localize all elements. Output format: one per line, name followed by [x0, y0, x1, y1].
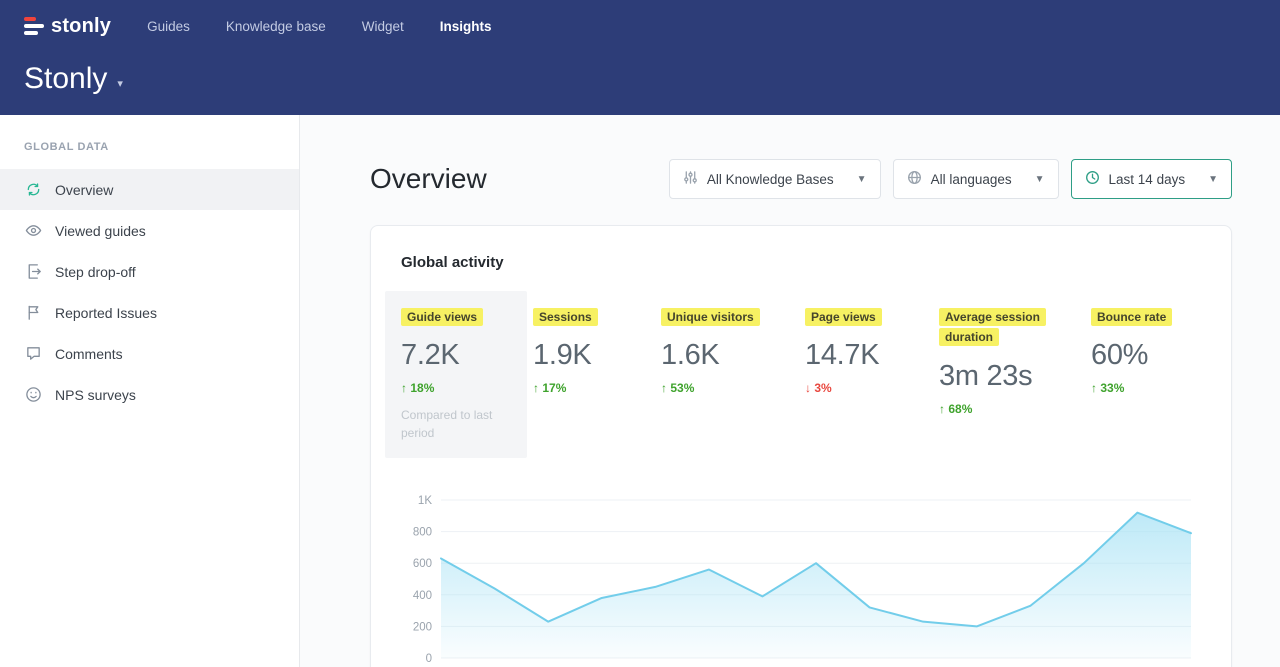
metric-change: 53% [661, 381, 783, 395]
svg-text:1K: 1K [418, 495, 432, 507]
workspace-title: Stonly [24, 62, 107, 96]
logo-text: stonly [51, 15, 111, 38]
topbar: stonly Guides Knowledge base Widget Insi… [0, 0, 1280, 115]
flag-icon [24, 304, 42, 322]
eye-icon [24, 222, 42, 240]
metric-average-session-duration[interactable]: Average session duration 3m 23s 68% [939, 307, 1069, 416]
nav-insights[interactable]: Insights [440, 19, 492, 34]
globe-icon [907, 170, 922, 188]
metric-label: Average session duration [939, 308, 1046, 346]
sidebar-item-label: Reported Issues [55, 305, 157, 321]
filter-label: All Knowledge Bases [707, 172, 834, 187]
sidebar-item-label: Viewed guides [55, 223, 146, 239]
date-range-filter[interactable]: Last 14 days ▼ [1071, 159, 1232, 199]
metric-value: 3m 23s [939, 360, 1069, 393]
svg-text:0: 0 [426, 653, 432, 665]
nav-knowledge-base[interactable]: Knowledge base [226, 19, 326, 34]
stonly-logo-icon [24, 16, 44, 36]
sidebar-item-label: Comments [55, 346, 123, 362]
sidebar-item-nps-surveys[interactable]: NPS surveys [0, 374, 299, 415]
metric-label: Unique visitors [661, 308, 760, 326]
metric-sessions[interactable]: Sessions 1.9K 17% [533, 307, 639, 395]
sidebar-item-label: Overview [55, 182, 113, 198]
sidebar: GLOBAL DATA Overview Viewed guides Step … [0, 115, 300, 667]
metric-change: 3% [805, 381, 917, 395]
metric-page-views[interactable]: Page views 14.7K 3% [805, 307, 917, 395]
sidebar-item-reported-issues[interactable]: Reported Issues [0, 292, 299, 333]
filters-bar: All Knowledge Bases ▼ All languages ▼ La… [669, 159, 1232, 199]
top-navigation: stonly Guides Knowledge base Widget Insi… [24, 10, 1256, 42]
sidebar-item-viewed-guides[interactable]: Viewed guides [0, 210, 299, 251]
svg-text:600: 600 [413, 558, 432, 570]
chevron-down-icon: ▼ [1208, 174, 1218, 185]
metric-change: 18% [401, 381, 511, 395]
metrics-row: Guide views 7.2K 18% Compared to last pe… [401, 307, 1201, 458]
metric-change: 68% [939, 402, 1069, 416]
card-title: Global activity [401, 254, 1201, 271]
sliders-icon [683, 170, 698, 188]
sidebar-item-step-drop-off[interactable]: Step drop-off [0, 251, 299, 292]
main-content: Overview All Knowledge Bases ▼ All langu… [300, 115, 1280, 667]
page-title: Overview [370, 163, 487, 195]
global-activity-card: Global activity Guide views 7.2K 18% Com… [370, 225, 1232, 667]
metric-value: 1.6K [661, 339, 783, 372]
nav-widget[interactable]: Widget [362, 19, 404, 34]
nav-guides[interactable]: Guides [147, 19, 190, 34]
sidebar-item-overview[interactable]: Overview [0, 169, 299, 210]
metric-guide-views[interactable]: Guide views 7.2K 18% Compared to last pe… [385, 291, 527, 458]
sidebar-item-label: NPS surveys [55, 387, 136, 403]
clock-icon [1085, 170, 1100, 188]
filter-label: Last 14 days [1109, 172, 1186, 187]
sidebar-section-label: GLOBAL DATA [0, 141, 299, 153]
workspace-selector[interactable]: Stonly ▾ [24, 62, 1256, 96]
knowledge-base-filter[interactable]: All Knowledge Bases ▼ [669, 159, 881, 199]
metric-unique-visitors[interactable]: Unique visitors 1.6K 53% [661, 307, 783, 395]
svg-text:800: 800 [413, 527, 432, 539]
sidebar-item-comments[interactable]: Comments [0, 333, 299, 374]
metric-bounce-rate[interactable]: Bounce rate 60% 33% [1091, 307, 1197, 395]
step-dropoff-icon [24, 263, 42, 281]
metric-value: 1.9K [533, 339, 639, 372]
svg-text:200: 200 [413, 622, 432, 634]
compare-note: Compared to last period [401, 407, 501, 442]
metric-label: Bounce rate [1091, 308, 1172, 326]
metric-label: Page views [805, 308, 882, 326]
metric-label: Sessions [533, 308, 598, 326]
stonly-logo[interactable]: stonly [24, 15, 111, 38]
comment-icon [24, 345, 42, 363]
chevron-down-icon: ▼ [1035, 174, 1045, 185]
language-filter[interactable]: All languages ▼ [893, 159, 1059, 199]
metric-value: 14.7K [805, 339, 917, 372]
metric-value: 7.2K [401, 339, 511, 372]
overview-refresh-icon [24, 181, 42, 199]
sidebar-item-label: Step drop-off [55, 264, 136, 280]
chevron-down-icon: ▼ [857, 174, 867, 185]
metric-label: Guide views [401, 308, 483, 326]
metric-change: 33% [1091, 381, 1197, 395]
metric-change: 17% [533, 381, 639, 395]
svg-text:400: 400 [413, 590, 432, 602]
chevron-down-icon: ▾ [117, 77, 123, 90]
global-activity-chart: 02004006008001K5678910111213141516171819 [401, 488, 1201, 667]
filter-label: All languages [931, 172, 1012, 187]
metric-value: 60% [1091, 339, 1197, 372]
smiley-icon [24, 386, 42, 404]
